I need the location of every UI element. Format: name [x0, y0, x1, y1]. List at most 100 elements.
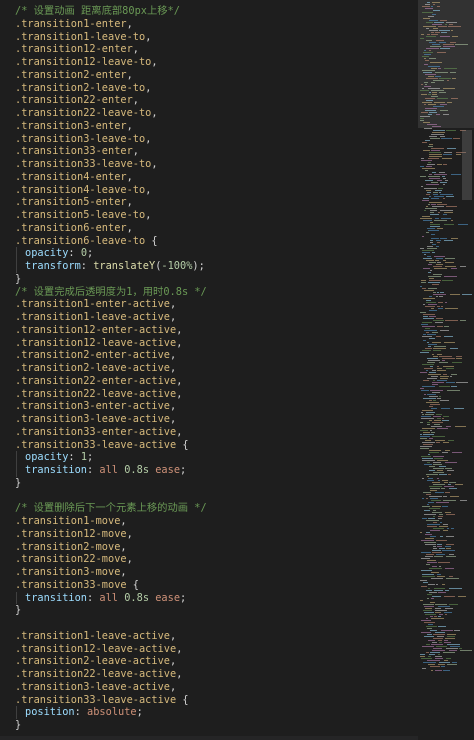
code-line[interactable]: .transition33-leave-active {	[0, 439, 418, 452]
code-line[interactable]: .transition22-enter-active,	[0, 375, 418, 388]
code-token: .transition1-enter	[15, 17, 127, 30]
code-line[interactable]: .transition33-enter,	[0, 145, 418, 158]
code-token: .transition4-leave-to	[15, 183, 146, 196]
code-token: }	[15, 272, 22, 285]
code-token: .transition12-enter	[15, 43, 133, 56]
code-token: .transition12-move	[15, 527, 127, 540]
code-line[interactable]: .transition1-leave-active,	[0, 311, 418, 324]
code-line[interactable]: .transition22-leave-active,	[0, 668, 418, 681]
code-line[interactable]: .transition22-enter,	[0, 94, 418, 107]
scrollbar-thumb[interactable]	[462, 130, 472, 200]
code-token: .transition33-move	[15, 578, 127, 591]
code-line[interactable]: .transition1-leave-to,	[0, 31, 418, 44]
code-line[interactable]: }	[0, 604, 418, 617]
code-line[interactable]	[0, 490, 418, 503]
code-line[interactable]: }	[0, 477, 418, 490]
code-line[interactable]: .transition2-enter-active,	[0, 349, 418, 362]
code-token: ease	[149, 464, 181, 476]
code-token: ,	[126, 17, 133, 30]
code-line[interactable]: .transition3-leave-to,	[0, 133, 418, 146]
code-line[interactable]: .transition12-leave-active,	[0, 337, 418, 350]
code-token: }	[15, 604, 22, 617]
code-line[interactable]: .transition5-enter,	[0, 196, 418, 209]
code-token: .transition2-enter	[15, 68, 127, 81]
vertical-scrollbar[interactable]	[460, 0, 474, 740]
code-line[interactable]: .transition33-enter-active,	[0, 426, 418, 439]
code-line[interactable]: .transition12-move,	[0, 528, 418, 541]
code-token: ,	[176, 642, 183, 655]
code-token: .transition22-move	[15, 553, 127, 566]
code-line[interactable]: transition: all 0.8s ease;	[0, 464, 418, 477]
code-line[interactable]: .transition5-leave-to,	[0, 209, 418, 222]
code-line[interactable]: .transition12-enter,	[0, 43, 418, 56]
code-line[interactable]: /* 设置动画 距离底部80px上移*/	[0, 5, 418, 18]
code-line[interactable]: .transition6-leave-to {	[0, 235, 418, 248]
code-line[interactable]: .transition1-enter,	[0, 18, 418, 31]
code-lines[interactable]: /* 设置动画 距离底部80px上移*/.transition1-enter,.…	[0, 5, 418, 732]
code-line[interactable]: .transition4-enter,	[0, 171, 418, 184]
code-token: ,	[126, 68, 133, 81]
code-line[interactable]: .transition33-leave-active {	[0, 694, 418, 707]
code-token: .transition1-enter-active	[15, 298, 170, 311]
code-line[interactable]	[0, 617, 418, 630]
code-token: }	[15, 719, 22, 731]
code-line[interactable]: .transition12-leave-to,	[0, 56, 418, 69]
code-token: ,	[126, 553, 133, 566]
code-token: .transition33-leave-to	[15, 158, 152, 170]
code-token: ,	[169, 298, 177, 311]
code-token: ,	[176, 387, 183, 400]
code-line[interactable]: .transition3-enter-active,	[0, 400, 418, 413]
code-token: .transition12-leave-to	[15, 56, 152, 68]
code-line[interactable]: .transition22-leave-to,	[0, 107, 418, 120]
code-token: ,	[169, 349, 177, 362]
code-line[interactable]: transition: all 0.8s ease;	[0, 591, 418, 605]
code-token: .transition1-leave-active	[15, 629, 170, 642]
code-line[interactable]: .transition2-leave-active,	[0, 362, 418, 375]
code-token: .transition22-enter-active	[15, 374, 177, 387]
code-line[interactable]: .transition6-enter,	[0, 222, 418, 235]
code-token: .transition22-leave-active	[15, 387, 177, 400]
code-line[interactable]: .transition2-leave-active,	[0, 655, 418, 668]
code-line[interactable]: }	[0, 719, 418, 732]
code-token: -100%	[161, 260, 193, 272]
code-line[interactable]: .transition12-leave-active,	[0, 643, 418, 656]
code-line[interactable]: .transition1-enter-active,	[0, 298, 418, 311]
code-line[interactable]: .transition3-enter,	[0, 120, 418, 133]
code-line[interactable]: opacity: 1;	[0, 451, 418, 464]
code-token: .transition33-enter	[15, 145, 133, 158]
code-token: ,	[126, 221, 133, 234]
code-line[interactable]: .transition1-move,	[0, 515, 418, 528]
code-line[interactable]: .transition2-leave-to,	[0, 82, 418, 95]
code-line[interactable]: .transition12-enter-active,	[0, 324, 418, 337]
code-token: .transition1-move	[15, 515, 121, 527]
code-line[interactable]: .transition1-leave-active,	[0, 630, 418, 643]
code-line[interactable]: .transition2-move,	[0, 541, 418, 554]
code-line[interactable]: /* 设置删除后下一个元素上移的动画 */	[0, 502, 418, 515]
code-token: /* 设置完成后透明度为1，用时0.8s */	[15, 285, 207, 298]
code-line[interactable]: .transition2-enter,	[0, 69, 418, 82]
code-token: .transition33-leave-active	[15, 438, 177, 451]
code-line[interactable]: opacity: 0;	[0, 247, 418, 260]
code-line[interactable]: .transition3-leave-active,	[0, 681, 418, 694]
code-token: translateY	[93, 260, 156, 272]
code-line[interactable]: position: absolute;	[0, 706, 418, 719]
code-line[interactable]: .transition33-move {	[0, 579, 418, 592]
code-line[interactable]: .transition22-leave-active,	[0, 388, 418, 401]
code-line[interactable]: .transition4-leave-to,	[0, 184, 418, 197]
code-line[interactable]: transform: translateY(-100%);	[0, 260, 418, 273]
code-token: ease	[149, 591, 181, 604]
code-token: position	[25, 706, 75, 719]
code-line[interactable]: }	[0, 273, 418, 286]
code-token: }	[15, 476, 22, 489]
code-token: ,	[169, 629, 177, 642]
code-editor[interactable]: /* 设置动画 距离底部80px上移*/.transition1-enter,.…	[0, 0, 418, 740]
code-token: ,	[169, 400, 177, 413]
code-line[interactable]: .transition3-move,	[0, 566, 418, 579]
code-token: .transition33-leave-active	[15, 693, 177, 706]
code-line[interactable]: .transition22-move,	[0, 553, 418, 566]
code-token: .transition22-leave-active	[15, 668, 177, 680]
code-line[interactable]: /* 设置完成后透明度为1，用时0.8s */	[0, 286, 418, 299]
code-token: all	[99, 464, 125, 476]
code-line[interactable]: .transition33-leave-to,	[0, 158, 418, 171]
code-line[interactable]: .transition3-leave-active,	[0, 413, 418, 426]
